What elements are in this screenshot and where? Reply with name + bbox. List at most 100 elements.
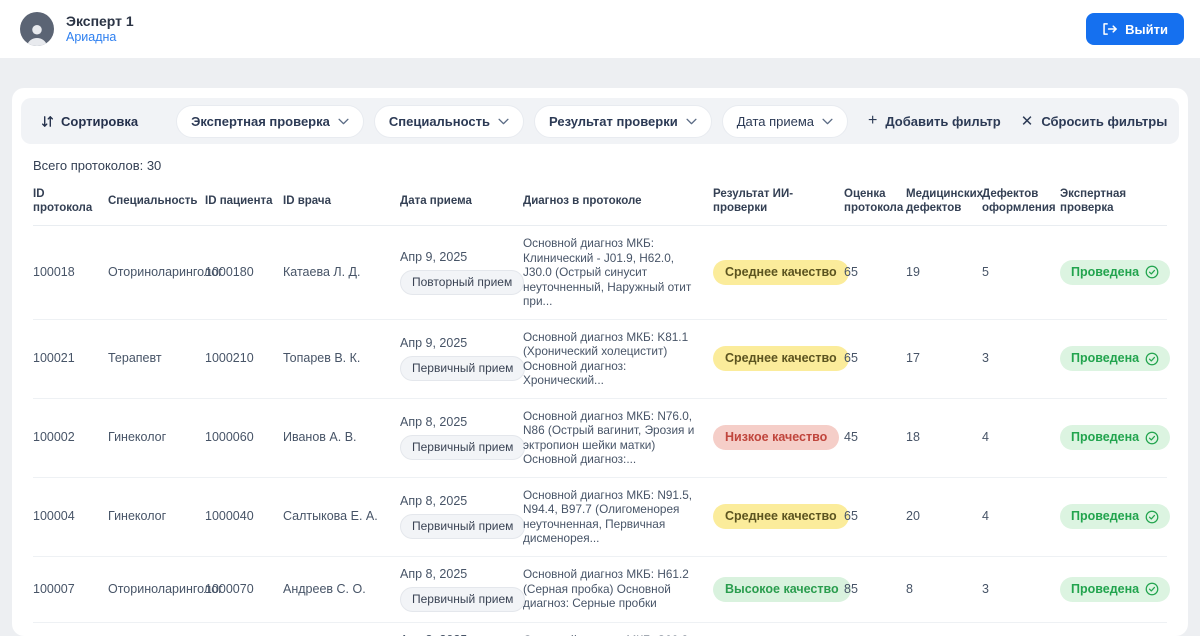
format-defects-cell: 3 — [982, 319, 1060, 398]
protocols-table: ID протокола Специальность ID пациента I… — [33, 173, 1167, 636]
table-row[interactable]: 100004 Гинеколог 1000040 Салтыкова Е. А.… — [33, 477, 1167, 556]
filter-bar: Сортировка Экспертная проверка Специальн… — [21, 98, 1179, 144]
check-circle-icon — [1145, 582, 1159, 596]
visit-type-badge: Первичный прием — [400, 356, 525, 381]
med-defects-cell: 18 — [906, 398, 982, 477]
col-patient-id: ID пациента — [205, 173, 283, 226]
ai-result-badge: Высокое качество — [713, 577, 851, 602]
avatar — [20, 12, 54, 46]
add-filter-label: Добавить фильтр — [885, 114, 1000, 129]
user-name: Эксперт 1 — [66, 13, 134, 30]
filter-specialty-label: Специальность — [389, 114, 490, 129]
patient-id-cell: 1000210 — [205, 319, 283, 398]
date-text: Апр 8, 2025 — [400, 633, 515, 636]
table-row[interactable]: 100021 Терапевт 1000210 Топарев В. К. Ап… — [33, 319, 1167, 398]
filter-result[interactable]: Результат проверки — [534, 105, 712, 138]
table-row[interactable]: 100009 Оториноларинголог 1000090 Андреев… — [33, 622, 1167, 636]
doctor-cell: Салтыкова Е. А. — [283, 477, 400, 556]
date-text: Апр 9, 2025 — [400, 250, 515, 265]
score-cell: 65 — [844, 477, 906, 556]
patient-id-cell: 1000180 — [205, 226, 283, 320]
protocols-card: Сортировка Экспертная проверка Специальн… — [12, 88, 1188, 636]
expert-check-badge: Проведена — [1060, 346, 1170, 371]
doctor-cell: Иванов А. В. — [283, 398, 400, 477]
col-format-defects: Дефектов оформления — [982, 173, 1060, 226]
date-cell: Апр 8, 2025 Первичный прием — [400, 398, 523, 477]
doctor-cell: Топарев В. К. — [283, 319, 400, 398]
score-cell: 85 — [844, 556, 906, 622]
col-date: Дата приема — [400, 173, 523, 226]
ai-result-badge: Среднее качество — [713, 260, 849, 285]
expert-check-label: Проведена — [1071, 582, 1139, 597]
user-info: Эксперт 1 Ариадна — [20, 12, 134, 46]
ai-result-badge: Низкое качество — [713, 425, 839, 450]
col-protocol-id: ID протокола — [33, 173, 108, 226]
med-defects-cell: 17 — [906, 319, 982, 398]
col-ai-result: Результат ИИ-проверки — [713, 173, 844, 226]
score-cell: 65 — [844, 226, 906, 320]
expert-check-badge: Проведена — [1060, 577, 1170, 602]
add-filter-button[interactable]: + Добавить фильтр — [868, 113, 1001, 129]
table-row[interactable]: 100002 Гинеколог 1000060 Иванов А. В. Ап… — [33, 398, 1167, 477]
format-defects-cell: 4 — [982, 398, 1060, 477]
reset-filters-button[interactable]: ✕ Сбросить фильтры — [1021, 114, 1168, 129]
filter-date-select[interactable]: Дата приема — [722, 105, 848, 138]
plus-icon: + — [868, 113, 877, 129]
patient-id-cell: 1000040 — [205, 477, 283, 556]
expert-check-cell: Проведена — [1060, 319, 1167, 398]
filter-expert-check[interactable]: Экспертная проверка — [176, 105, 364, 138]
date-cell: Апр 9, 2025 Первичный прием — [400, 319, 523, 398]
table-row[interactable]: 100007 Оториноларинголог 1000070 Андреев… — [33, 556, 1167, 622]
check-circle-icon — [1145, 352, 1159, 366]
reset-filters-label: Сбросить фильтры — [1041, 114, 1167, 129]
doctor-cell: Андреев С. О. — [283, 556, 400, 622]
ai-result-badge: Среднее качество — [713, 504, 849, 529]
specialty-cell: Гинеколог — [108, 398, 205, 477]
expert-check-cell: Проведена — [1060, 477, 1167, 556]
sort-arrows-icon — [41, 115, 54, 128]
diagnosis-cell: Основной диагноз МКБ: S00.3, S02.2 (Пове… — [523, 622, 713, 636]
ai-result-cell: Среднее качество — [713, 622, 844, 636]
protocol-id-cell: 100004 — [33, 477, 108, 556]
expert-check-badge: Проведена — [1060, 425, 1170, 450]
date-text: Апр 9, 2025 — [400, 336, 515, 351]
table-header-row: ID протокола Специальность ID пациента I… — [33, 173, 1167, 226]
sort-button[interactable]: Сортировка — [35, 114, 144, 129]
date-text: Апр 8, 2025 — [400, 415, 515, 430]
filter-date-label: Дата приема — [737, 114, 814, 129]
filter-result-label: Результат проверки — [549, 114, 678, 129]
patient-id-cell: 1000070 — [205, 556, 283, 622]
protocols-table-wrap: ID протокола Специальность ID пациента I… — [12, 173, 1188, 636]
ai-result-badge: Среднее качество — [713, 346, 849, 371]
ai-result-cell: Среднее качество — [713, 477, 844, 556]
patient-id-cell: 1000060 — [205, 398, 283, 477]
col-score: Оценка протокола — [844, 173, 906, 226]
check-circle-icon — [1145, 510, 1159, 524]
expert-check-label: Проведена — [1071, 430, 1139, 445]
specialty-cell: Гинеколог — [108, 477, 205, 556]
score-cell: 65 — [844, 622, 906, 636]
date-cell: Апр 8, 2025 Первичный прием — [400, 477, 523, 556]
logout-button[interactable]: Выйти — [1086, 13, 1184, 45]
chevron-down-icon — [822, 118, 833, 125]
visit-type-badge: Повторный прием — [400, 270, 524, 295]
diagnosis-cell: Основной диагноз МКБ: N91.5, N94.4, B97.… — [523, 477, 713, 556]
protocol-id-cell: 100007 — [33, 556, 108, 622]
col-expert-check: Экспертная проверка — [1060, 173, 1167, 226]
table-row[interactable]: 100018 Оториноларинголог 1000180 Катаева… — [33, 226, 1167, 320]
total-protocols-label: Всего протоколов: 30 — [33, 158, 1188, 173]
format-defects-cell: 4 — [982, 477, 1060, 556]
table-body: 100018 Оториноларинголог 1000180 Катаева… — [33, 226, 1167, 636]
date-text: Апр 8, 2025 — [400, 494, 515, 509]
date-cell: Апр 8, 2025 Первичный прием — [400, 556, 523, 622]
specialty-cell: Терапевт — [108, 319, 205, 398]
expert-check-cell: Проведена — [1060, 622, 1167, 636]
user-subname-link[interactable]: Ариадна — [66, 30, 134, 45]
diagnosis-cell: Основной диагноз МКБ: H61.2 (Серная проб… — [523, 556, 713, 622]
med-defects-cell: 19 — [906, 226, 982, 320]
format-defects-cell: 3 — [982, 556, 1060, 622]
diagnosis-cell: Основной диагноз МКБ: K81.1 (Хронический… — [523, 319, 713, 398]
expert-check-cell: Проведена — [1060, 398, 1167, 477]
logout-icon — [1102, 22, 1117, 36]
filter-specialty[interactable]: Специальность — [374, 105, 524, 138]
